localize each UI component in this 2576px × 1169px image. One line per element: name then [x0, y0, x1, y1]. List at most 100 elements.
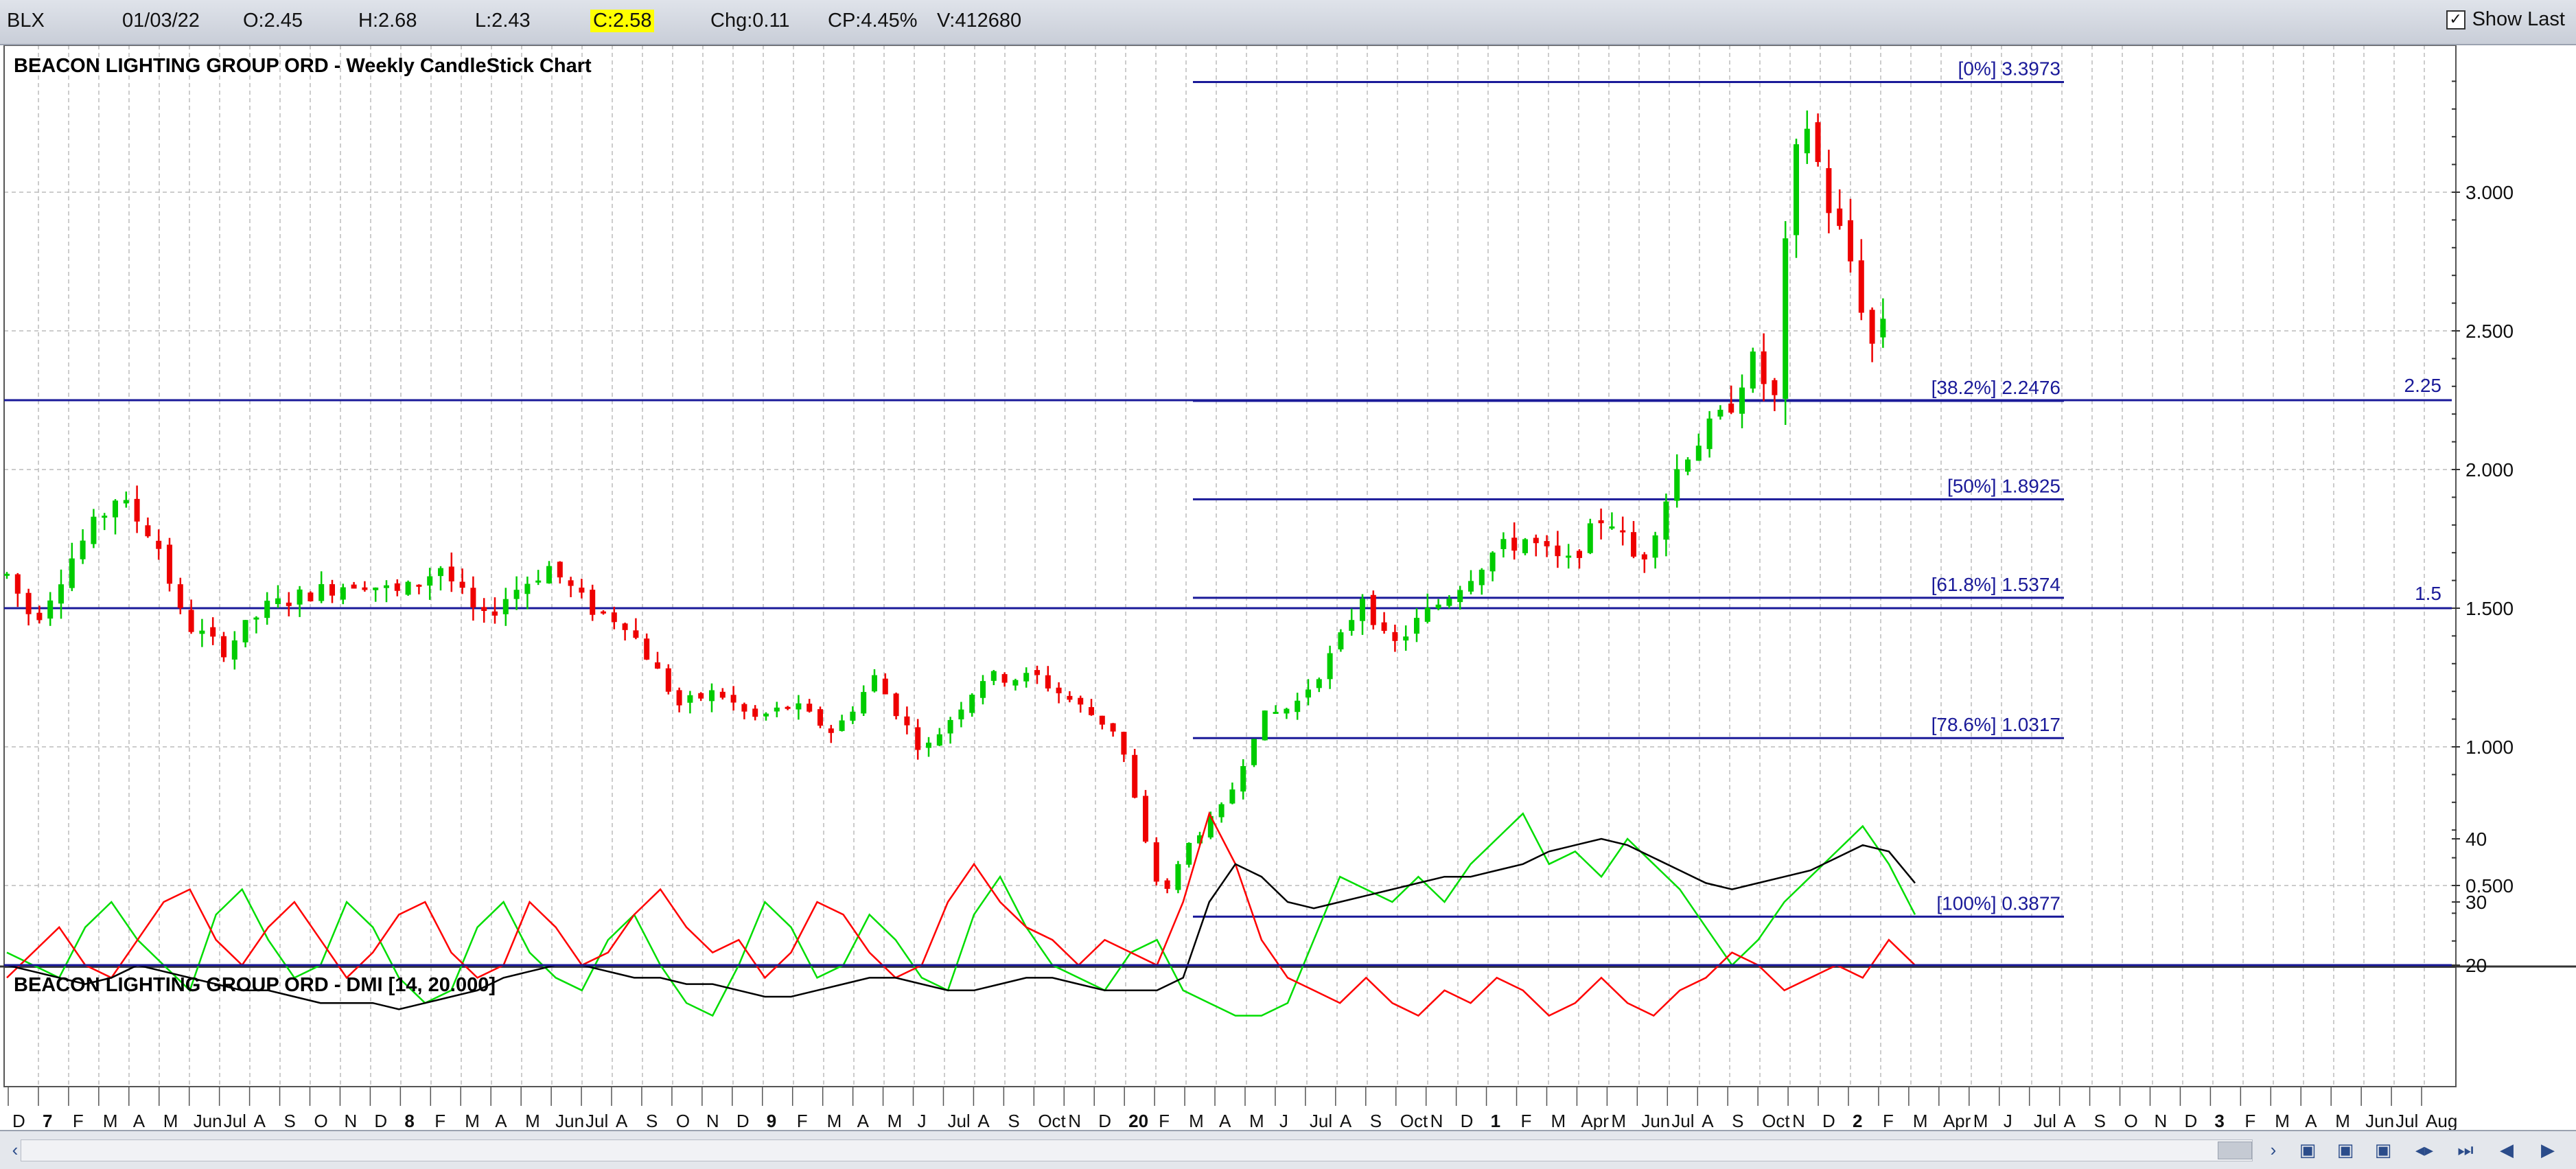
time-tick-label: M — [1913, 1111, 1928, 1130]
time-tick-label: Jun — [1641, 1111, 1670, 1130]
candle-body — [438, 568, 443, 577]
time-tick-label: M — [1189, 1111, 1204, 1130]
scrollbar-thumb[interactable] — [2218, 1142, 2252, 1159]
candle-body — [1175, 864, 1181, 890]
candle-body — [1001, 674, 1008, 683]
candle-body — [904, 716, 910, 726]
candle-body — [1544, 541, 1550, 546]
dmi-tick-label: 30 — [2465, 892, 2487, 913]
candle-body — [1555, 545, 1561, 557]
candle-body — [459, 581, 465, 588]
time-tick-label: S — [1732, 1111, 1743, 1130]
time-tick-label: M — [465, 1111, 480, 1130]
horizontal-line-label: 1.5 — [2415, 583, 2441, 604]
show-last-label: Show Last — [2472, 8, 2565, 30]
scroll-right-icon[interactable]: › — [2258, 1138, 2288, 1161]
candle-body — [145, 525, 151, 537]
candle-body — [1056, 687, 1062, 693]
zoom-in-icon[interactable]: ▣ — [2330, 1138, 2360, 1161]
candle-body — [1457, 590, 1463, 603]
candle-body — [796, 703, 802, 710]
time-tick-label: D — [2184, 1111, 2197, 1130]
time-tick-label: 1 — [1491, 1111, 1500, 1130]
candle-body — [286, 602, 292, 606]
candle-body — [1674, 469, 1680, 501]
time-tick-label: D — [1461, 1111, 1474, 1130]
candle-body — [1153, 842, 1159, 882]
candle-body — [1489, 552, 1496, 572]
candle-body — [947, 719, 953, 734]
candle-body — [1143, 796, 1148, 842]
candle-body — [1370, 594, 1376, 625]
candle-body — [1566, 555, 1572, 558]
candle-body — [655, 662, 660, 669]
horizontal-lines[interactable]: 2.25 1.5 — [4, 375, 2452, 610]
time-tick-label: Jul — [2034, 1111, 2056, 1130]
time-tick-label: S — [1370, 1111, 1382, 1130]
time-tick-label: Jun — [2365, 1111, 2394, 1130]
step-back-icon[interactable]: ◀ — [2492, 1138, 2522, 1161]
open-label: O:2.45 — [243, 10, 303, 32]
candle-body — [1641, 554, 1647, 560]
candle-body — [861, 692, 867, 714]
price-axis: 0.5001.0001.5002.0002.5003.000 — [2452, 80, 2514, 942]
step-forward-icon[interactable]: ▶ — [2533, 1138, 2563, 1161]
time-tick-label: M — [525, 1111, 540, 1130]
candle-body — [893, 693, 899, 717]
scroll-end-icon[interactable]: ⏭ — [2450, 1138, 2481, 1161]
candle-body — [1804, 128, 1810, 154]
candle-body — [427, 576, 433, 586]
candle-body — [1815, 122, 1821, 162]
candle-body — [1240, 766, 1246, 792]
show-last-toggle[interactable]: ✓ Show Last — [2446, 8, 2565, 31]
candle-body — [590, 590, 596, 615]
candle-body — [1089, 707, 1094, 715]
candle-body — [1360, 599, 1365, 621]
candle-body — [1468, 581, 1474, 592]
candle-body — [113, 500, 118, 518]
time-tick-label: A — [495, 1111, 507, 1130]
candle-body — [1121, 732, 1127, 755]
time-tick-label: A — [857, 1111, 870, 1130]
candle-body — [1848, 220, 1853, 262]
candle-body — [47, 600, 54, 619]
candle-body — [741, 704, 747, 712]
time-tick-label: A — [616, 1111, 628, 1130]
candle-body — [1392, 632, 1398, 641]
show-last-checkbox[interactable]: ✓ — [2446, 10, 2465, 30]
fibonacci-level-label: [50%] 1.8925 — [1947, 475, 2061, 496]
candle-body — [524, 583, 531, 594]
candle-body — [221, 636, 227, 658]
time-tick-label: N — [1068, 1111, 1081, 1130]
candle-body — [1587, 523, 1593, 553]
candle-body — [1685, 459, 1691, 472]
candle-body — [362, 587, 368, 590]
candle-body — [1132, 754, 1138, 798]
candle-body — [850, 711, 856, 721]
candle-body — [1349, 620, 1355, 631]
zoom-out-icon[interactable]: ▣ — [2293, 1138, 2323, 1161]
candle-body — [763, 713, 769, 717]
time-tick-label: A — [133, 1111, 146, 1130]
zoom-fit-icon[interactable]: ▣ — [2368, 1138, 2398, 1161]
time-axis: D 7 F M A M Jun Jul A S O N D 8 F M A M Jun Jul A S O N D 9 F M A M J J… — [8, 1087, 2457, 1130]
price-tick-label: 1.500 — [2465, 598, 2514, 619]
symbol-label: BLX — [7, 10, 45, 32]
candle-body — [481, 607, 487, 612]
fibonacci-level-label: [100%] 0.3877 — [1936, 892, 2061, 914]
candle-body — [297, 589, 303, 605]
candle-body — [1295, 700, 1301, 713]
candle-body — [936, 734, 942, 746]
fibonacci-retracement[interactable]: [0%] 3.3973 [38.2%] 2.2476 [50%] 1.8925 [61… — [1193, 58, 2064, 918]
time-tick-label: S — [284, 1111, 296, 1130]
horizontal-scrollbar[interactable] — [21, 1139, 2253, 1161]
scroll-both-icon[interactable]: ◂▸ — [2409, 1138, 2439, 1161]
time-tick-label: F — [1883, 1111, 1894, 1130]
candle-body — [188, 610, 194, 632]
candle-body — [199, 630, 205, 634]
time-tick-label: S — [2094, 1111, 2106, 1130]
candle-body — [1229, 789, 1235, 804]
candle-body — [926, 742, 931, 748]
chart-canvas[interactable]: 2.25 1.5 [0%] 3.3973 [38.2%] 2.2476 [50%] 1… — [0, 45, 2576, 1130]
candle-body — [210, 627, 216, 637]
